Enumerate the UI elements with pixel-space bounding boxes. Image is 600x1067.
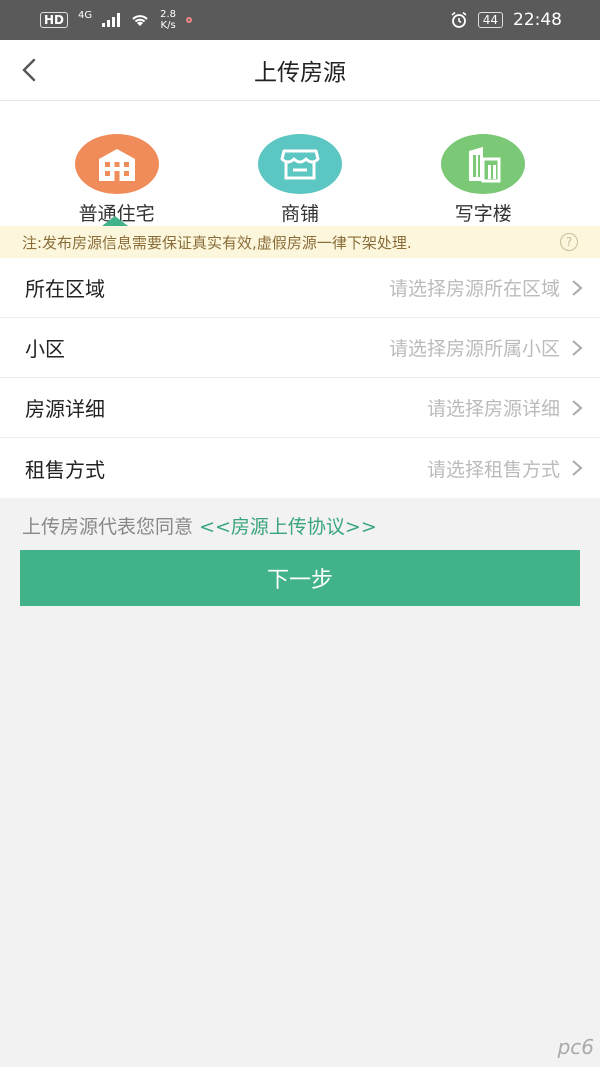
alarm-icon (451, 11, 467, 28)
type-office-circle (441, 134, 526, 194)
agreement-text: 上传房源代表您同意 <<房源上传协议>> (0, 498, 600, 550)
wifi-icon (132, 15, 148, 26)
community-placeholder: 请选择房源所属小区 (388, 338, 560, 360)
status-bar: HD 4G 2.8 K/s 44 22:48 (0, 0, 600, 40)
office-building-icon (469, 147, 501, 183)
rent-sale-placeholder: 请选择租售方式 (426, 458, 560, 481)
property-form: 所在区域 请选择房源所在区域 小区 请选择房源所属小区 房源详细 请选择房源详细… (0, 258, 600, 498)
type-office[interactable]: 写字楼 (408, 101, 558, 226)
battery-icon: 44 (477, 12, 503, 28)
notice-bar: 注:发布房源信息需要保证真实有效,虚假房源一律下架处理. ? (0, 226, 600, 258)
shop-icon (280, 149, 320, 180)
type-shop-label: 商铺 (280, 203, 319, 225)
property-type-selector: 普通住宅 商铺 写字楼 (0, 101, 600, 226)
type-shop-circle (257, 134, 342, 194)
signal-icon (102, 13, 121, 27)
network-type: 4G (78, 9, 93, 21)
nav-bar: 上传房源 (0, 40, 600, 101)
form-row-region[interactable]: 所在区域 请选择房源所在区域 (0, 258, 600, 318)
next-step-button[interactable]: 下一步 (20, 550, 580, 606)
notification-dot-icon (186, 17, 193, 23)
community-label: 小区 (25, 337, 65, 361)
back-icon[interactable] (16, 54, 46, 86)
form-row-community[interactable]: 小区 请选择房源所属小区 (0, 318, 600, 378)
page-title: 上传房源 (254, 60, 346, 86)
watermark: pc6 (557, 1035, 594, 1059)
chevron-right-icon (572, 399, 583, 416)
chevron-right-icon (572, 460, 583, 476)
form-row-rent-sale[interactable]: 租售方式 请选择租售方式 (0, 438, 600, 498)
details-placeholder: 请选择房源详细 (426, 398, 560, 420)
type-residential-circle (74, 134, 159, 194)
region-placeholder: 请选择房源所在区域 (388, 278, 560, 300)
type-residential[interactable]: 普通住宅 (42, 101, 192, 226)
speed-value: 2.8 (160, 9, 177, 20)
details-label: 房源详细 (25, 397, 105, 421)
chevron-right-icon (572, 279, 583, 296)
clock: 22:48 (513, 10, 562, 30)
speed-unit: K/s (160, 20, 176, 31)
region-label: 所在区域 (25, 277, 105, 301)
help-icon[interactable]: ? (560, 233, 578, 251)
building-icon (98, 149, 135, 181)
rent-sale-label: 租售方式 (25, 457, 105, 482)
type-shop[interactable]: 商铺 (225, 101, 375, 226)
agreement-link[interactable]: <<房源上传协议>> (199, 516, 377, 538)
hd-indicator: HD (40, 12, 69, 28)
agreement-prefix: 上传房源代表您同意 (22, 516, 194, 538)
form-row-details[interactable]: 房源详细 请选择房源详细 (0, 378, 600, 438)
notice-text: 注:发布房源信息需要保证真实有效,虚假房源一律下架处理. (22, 233, 412, 252)
network-speed: 2.8 K/s (160, 9, 176, 31)
chevron-right-icon (572, 339, 583, 356)
type-office-label: 写字楼 (454, 203, 512, 225)
selected-indicator (102, 216, 128, 226)
